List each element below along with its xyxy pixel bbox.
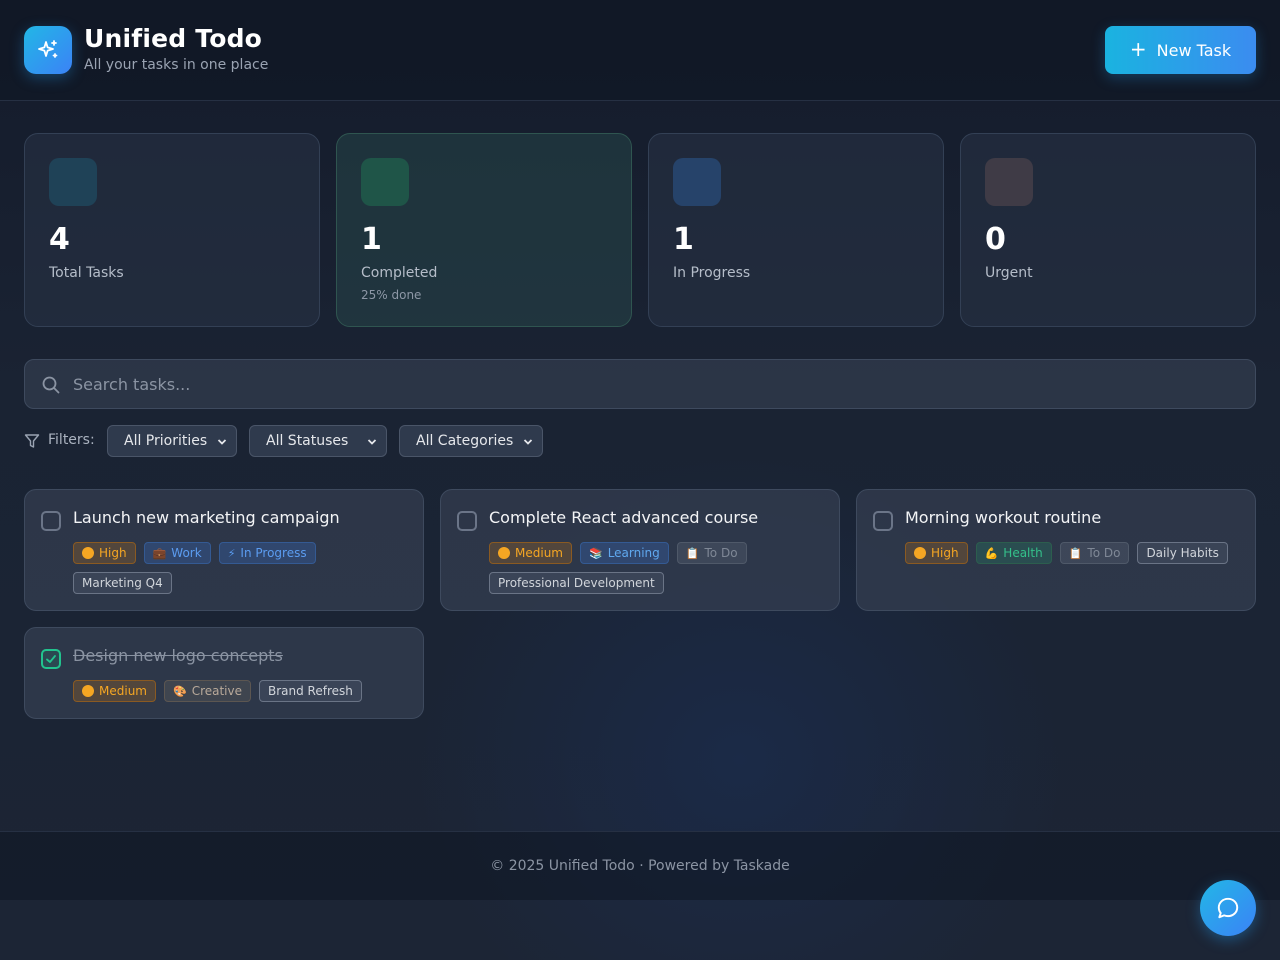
task-checkbox[interactable] [41,511,61,531]
stat-value: 1 [361,222,382,257]
task-tags: Medium 📚 Learning 📋 To Do Professional Dev… [489,542,829,594]
task-title: Launch new marketing campaign [73,508,340,527]
status-label: To Do [1087,546,1121,560]
in-progress-icon [673,158,721,206]
priority-dot-icon [82,685,94,697]
task-tags: High 💼 Work ⚡ In Progress Marketing Q4 [73,542,413,594]
category-tag: 🎨 Creative [163,680,251,702]
chat-button[interactable] [1200,880,1256,936]
status-label: To Do [704,546,738,560]
palette-icon: 🎨 [172,684,187,698]
stat-value: 0 [985,222,1006,257]
status-tag: 📋 To Do [1059,542,1130,564]
category-label: Work [171,546,202,560]
task-checkbox[interactable] [41,649,61,669]
total-tasks-icon [49,158,97,206]
books-icon: 📚 [588,546,603,560]
flexed-biceps-icon: 💪 [984,546,999,560]
category-tag: 💼 Work [143,542,211,564]
task-title: Design new logo concepts [73,646,283,665]
category-tag: 📚 Learning [579,542,669,564]
footer-text: © 2025 Unified Todo · Powered by Taskade [490,858,790,874]
stat-label: Urgent [985,265,1033,281]
project-tag: Marketing Q4 [73,572,172,594]
category-label: Health [1003,546,1043,560]
status-label: In Progress [240,546,307,560]
category-label: Learning [607,546,660,560]
priority-label: High [931,546,959,560]
search-input[interactable] [73,360,1243,408]
status-filter-select[interactable]: All Statuses [249,425,387,457]
stat-value: 1 [673,222,694,257]
priority-tag: High [73,542,136,564]
priority-tag: High [905,542,968,564]
status-tag: ⚡ In Progress [218,542,316,564]
search-icon [42,376,60,394]
task-card[interactable]: Design new logo concepts Medium 🎨 Creativ… [24,627,424,719]
task-checkbox[interactable] [457,511,477,531]
chat-bubble-icon [1217,897,1239,919]
new-task-label: New Task [1156,40,1232,60]
chevron-down-icon [523,439,533,445]
task-title: Complete React advanced course [489,508,759,527]
chevron-down-icon [217,439,227,445]
app-title: Unified Todo [84,24,263,53]
stat-subtext: 25% done [361,288,422,302]
stat-value: 4 [49,222,70,257]
project-tag: Daily Habits [1137,542,1228,564]
sparkles-icon [24,26,72,74]
status-tag: 📋 To Do [676,542,747,564]
task-tags: Medium 🎨 Creative Brand Refresh [73,680,413,702]
priority-dot-icon [914,547,926,559]
chevron-down-icon [367,439,377,445]
clipboard-icon: 📋 [685,546,700,560]
stat-label: In Progress [673,265,751,281]
category-label: Creative [191,684,242,698]
task-card[interactable]: Complete React advanced course Medium 📚 L… [440,489,840,611]
stat-label: Completed [361,265,438,281]
stat-label: Total Tasks [49,265,124,281]
plus-icon: + [1129,37,1147,61]
task-card[interactable]: Launch new marketing campaign High 💼 Work… [24,489,424,611]
briefcase-icon: 💼 [152,546,167,560]
stat-card-in-progress: 1 In Progress [648,133,944,327]
task-card[interactable]: Morning workout routine High 💪 Health 📋 To… [856,489,1256,611]
priority-label: Medium [515,546,563,560]
search-box [24,359,1256,409]
app-header: Unified Todo All your tasks in one place… [0,0,1280,101]
category-filter-value: All Categories [416,433,514,449]
category-tag: 💪 Health [975,542,1052,564]
task-checkbox[interactable] [873,511,893,531]
priority-dot-icon [498,547,510,559]
footer: © 2025 Unified Todo · Powered by Taskade [0,831,1280,900]
stat-card-urgent: 0 Urgent [960,133,1256,327]
check-icon [46,655,56,663]
priority-label: High [99,546,127,560]
priority-tag: Medium [73,680,156,702]
stat-card-total: 4 Total Tasks [24,133,320,327]
priority-dot-icon [82,547,94,559]
completed-icon [361,158,409,206]
stat-card-completed: 1 Completed 25% done [336,133,632,327]
project-tag: Professional Development [489,572,664,594]
priority-tag: Medium [489,542,572,564]
status-filter-value: All Statuses [266,433,349,449]
priority-filter-value: All Priorities [124,433,208,449]
filters-label: Filters: [48,432,95,448]
lightning-icon: ⚡ [227,546,236,560]
project-tag: Brand Refresh [259,680,362,702]
clipboard-icon: 📋 [1068,546,1083,560]
priority-label: Medium [99,684,147,698]
urgent-icon [985,158,1033,206]
category-filter-select[interactable]: All Categories [399,425,543,457]
filter-icon [24,434,40,448]
priority-filter-select[interactable]: All Priorities [107,425,237,457]
app-subtitle: All your tasks in one place [84,57,269,73]
new-task-button[interactable]: + New Task [1105,26,1256,74]
task-title: Morning workout routine [905,508,1102,527]
task-tags: High 💪 Health 📋 To Do Daily Habits [905,542,1245,564]
